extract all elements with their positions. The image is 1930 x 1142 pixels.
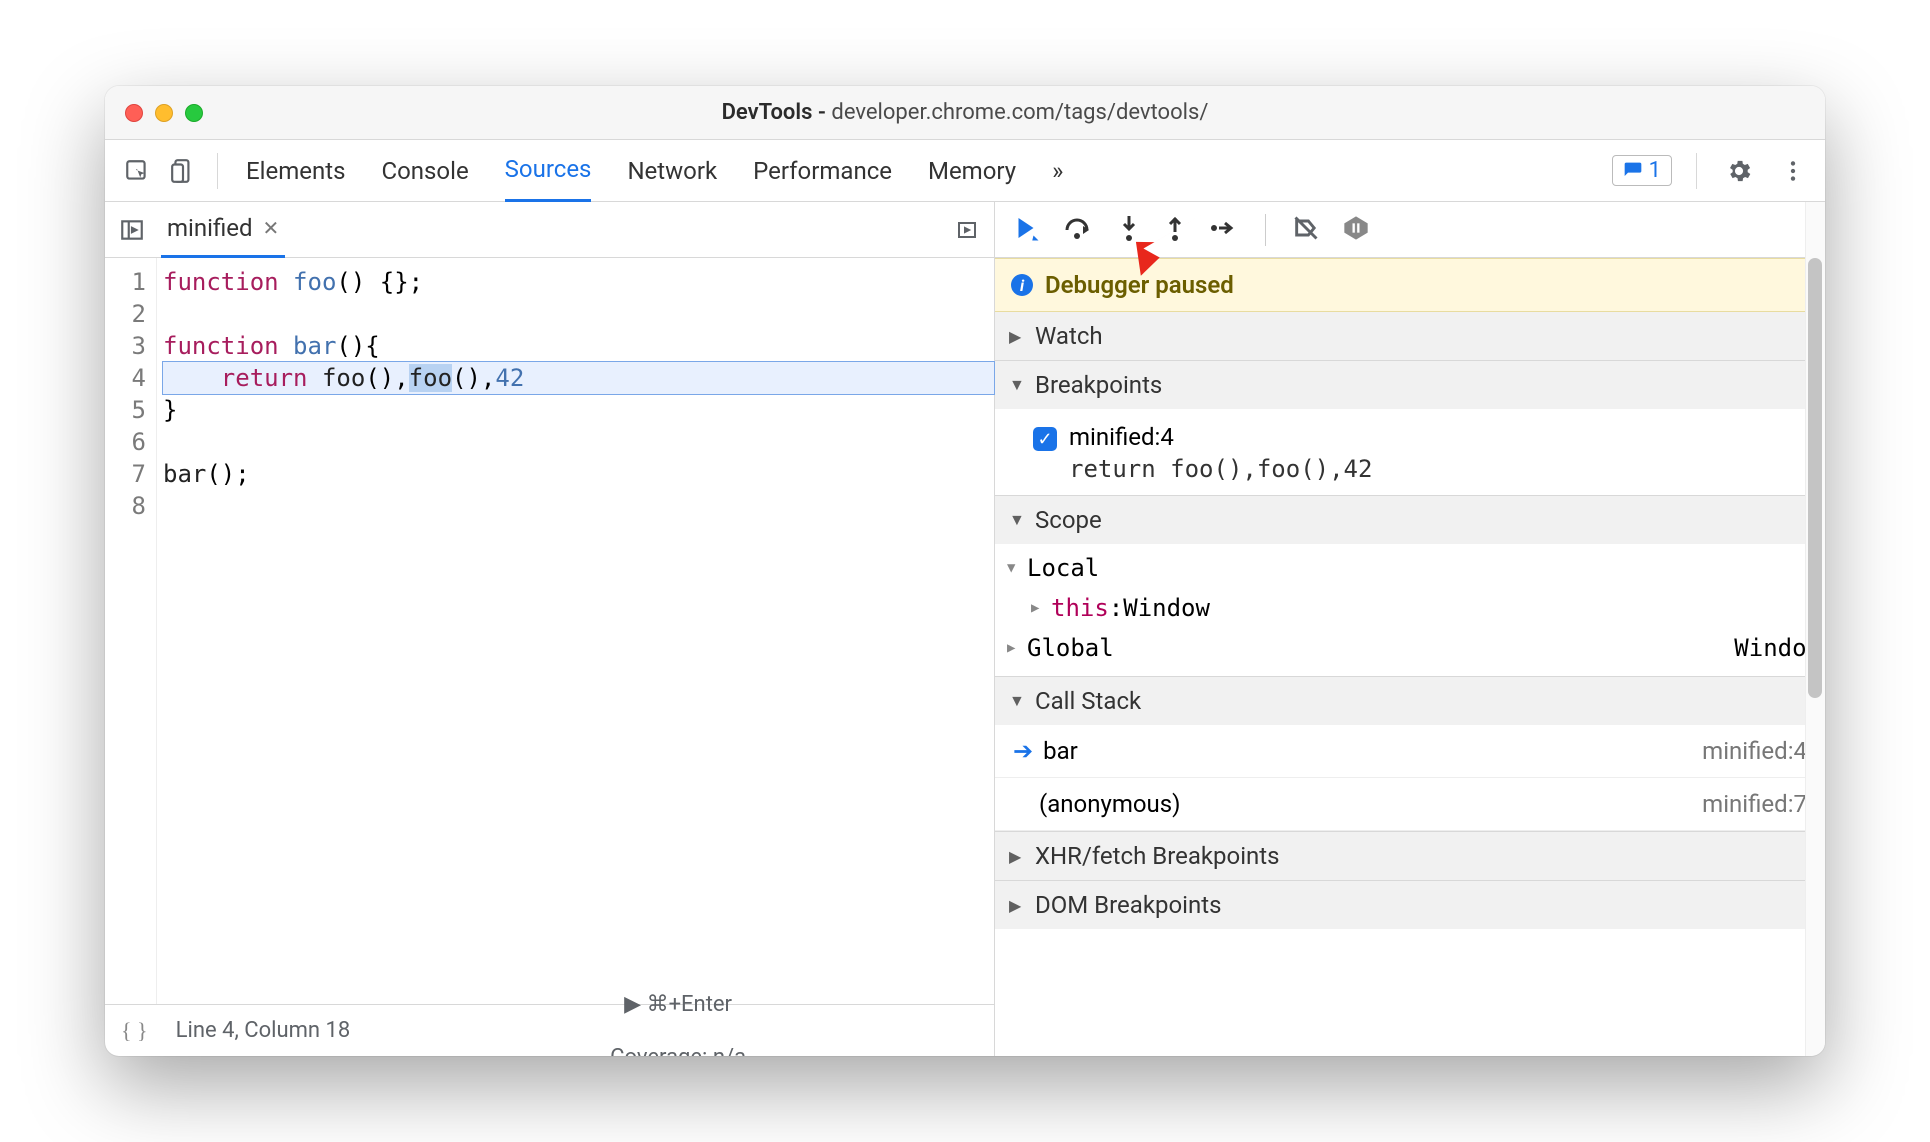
dom-breakpoints-section: ▶DOM Breakpoints (995, 881, 1825, 929)
step-button[interactable] (1209, 216, 1239, 244)
breakpoint-code: return foo(),foo(),42 (1009, 451, 1811, 483)
info-icon: i (1011, 274, 1033, 296)
breakpoint-checkbox[interactable]: ✓ (1033, 427, 1057, 451)
devtools-window: DevTools - developer.chrome.com/tags/dev… (105, 86, 1825, 1056)
issues-count: 1 (1649, 158, 1661, 183)
resume-button[interactable] (1011, 213, 1041, 247)
xhr-breakpoints-section: ▶XHR/fetch Breakpoints (995, 832, 1825, 881)
current-frame-icon: ➔ (1013, 737, 1033, 765)
debugger-pane: i Debugger paused ▶Watch ▼Breakpoints ✓ … (995, 202, 1825, 1056)
watch-header[interactable]: ▶Watch (995, 312, 1825, 360)
run-snippet[interactable]: ▶ ⌘+Enter (624, 992, 732, 1017)
sources-content: minified ✕ 1 2 3 4 5 6 7 8 (105, 202, 1825, 1056)
inspect-element-icon[interactable] (119, 153, 155, 189)
close-window-button[interactable] (125, 104, 143, 122)
file-tabs: minified ✕ (105, 202, 994, 258)
callstack-frame[interactable]: (anonymous) minified:7 (995, 778, 1825, 831)
editor-statusbar: { } Line 4, Column 18 ▶ ⌘+Enter Coverage… (105, 1004, 994, 1056)
settings-icon[interactable] (1721, 153, 1757, 189)
callstack-section: ▼Call Stack ➔ bar minified:4 (anonymous)… (995, 677, 1825, 832)
debugger-paused-banner: i Debugger paused (995, 258, 1825, 312)
titlebar: DevTools - developer.chrome.com/tags/dev… (105, 86, 1825, 140)
scope-this[interactable]: ▶this: Window (995, 588, 1825, 628)
watch-section: ▶Watch (995, 312, 1825, 361)
device-mode-icon[interactable] (165, 153, 201, 189)
breakpoints-section: ▼Breakpoints ✓ minified:4 return foo(),f… (995, 361, 1825, 496)
line-gutter: 1 2 3 4 5 6 7 8 (105, 258, 157, 1004)
zoom-window-button[interactable] (185, 104, 203, 122)
breakpoints-header[interactable]: ▼Breakpoints (995, 361, 1825, 409)
debug-toolbar (995, 202, 1825, 258)
window-title: DevTools - developer.chrome.com/tags/dev… (125, 100, 1805, 125)
cursor-position: Line 4, Column 18 (176, 1018, 351, 1043)
tab-network[interactable]: Network (627, 140, 717, 202)
tab-console[interactable]: Console (381, 140, 468, 202)
tab-performance[interactable]: Performance (753, 140, 892, 202)
tab-elements[interactable]: Elements (246, 140, 345, 202)
window-controls (125, 104, 203, 122)
step-over-button[interactable] (1063, 215, 1095, 245)
minimize-window-button[interactable] (155, 104, 173, 122)
scope-global[interactable]: ▶Global Window (995, 628, 1825, 668)
file-tab-minified[interactable]: minified ✕ (161, 202, 285, 258)
panel-tabs: Elements Console Sources Network Perform… (234, 140, 1602, 202)
step-into-button[interactable] (1117, 214, 1141, 246)
scope-section: ▼Scope ▼Local ▶this: Window ▶Global Wind… (995, 496, 1825, 677)
scope-local[interactable]: ▼Local (995, 548, 1825, 588)
window-url: developer.chrome.com/tags/devtools/ (831, 100, 1208, 125)
navigator-toggle-icon[interactable] (117, 215, 147, 245)
tab-memory[interactable]: Memory (928, 140, 1016, 202)
tab-overflow[interactable]: » (1052, 140, 1063, 202)
paused-message: Debugger paused (1045, 271, 1234, 299)
breakpoint-location: minified:4 (1069, 423, 1174, 451)
deactivate-breakpoints-button[interactable] (1292, 214, 1320, 246)
scrollbar-thumb[interactable] (1808, 258, 1822, 698)
editor-pane: minified ✕ 1 2 3 4 5 6 7 8 (105, 202, 995, 1056)
scope-header[interactable]: ▼Scope (995, 496, 1825, 544)
main-toolbar: Elements Console Sources Network Perform… (105, 140, 1825, 202)
app-name: DevTools (722, 100, 813, 125)
callstack-frame[interactable]: ➔ bar minified:4 (995, 725, 1825, 778)
step-out-button[interactable] (1163, 214, 1187, 246)
breakpoint-item[interactable]: ✓ minified:4 (1009, 417, 1811, 451)
xhr-breakpoints-header[interactable]: ▶XHR/fetch Breakpoints (995, 832, 1825, 880)
pretty-print-icon[interactable]: { } (121, 1018, 148, 1044)
code-body[interactable]: function foo() {}; function bar(){ retur… (157, 258, 994, 1004)
scrollbar-track[interactable] (1805, 202, 1825, 1056)
code-editor[interactable]: 1 2 3 4 5 6 7 8 function foo() {}; funct… (105, 258, 994, 1004)
close-file-icon[interactable]: ✕ (263, 216, 280, 240)
callstack-header[interactable]: ▼Call Stack (995, 677, 1825, 725)
coverage-status: Coverage: n/a (610, 1045, 746, 1057)
more-tabs-icon[interactable] (952, 215, 982, 245)
more-menu-icon[interactable] (1775, 153, 1811, 189)
tab-sources[interactable]: Sources (505, 140, 592, 202)
pause-on-exceptions-button[interactable] (1342, 214, 1370, 246)
file-tab-label: minified (167, 214, 253, 242)
issues-badge[interactable]: 1 (1612, 155, 1672, 186)
dom-breakpoints-header[interactable]: ▶DOM Breakpoints (995, 881, 1825, 929)
